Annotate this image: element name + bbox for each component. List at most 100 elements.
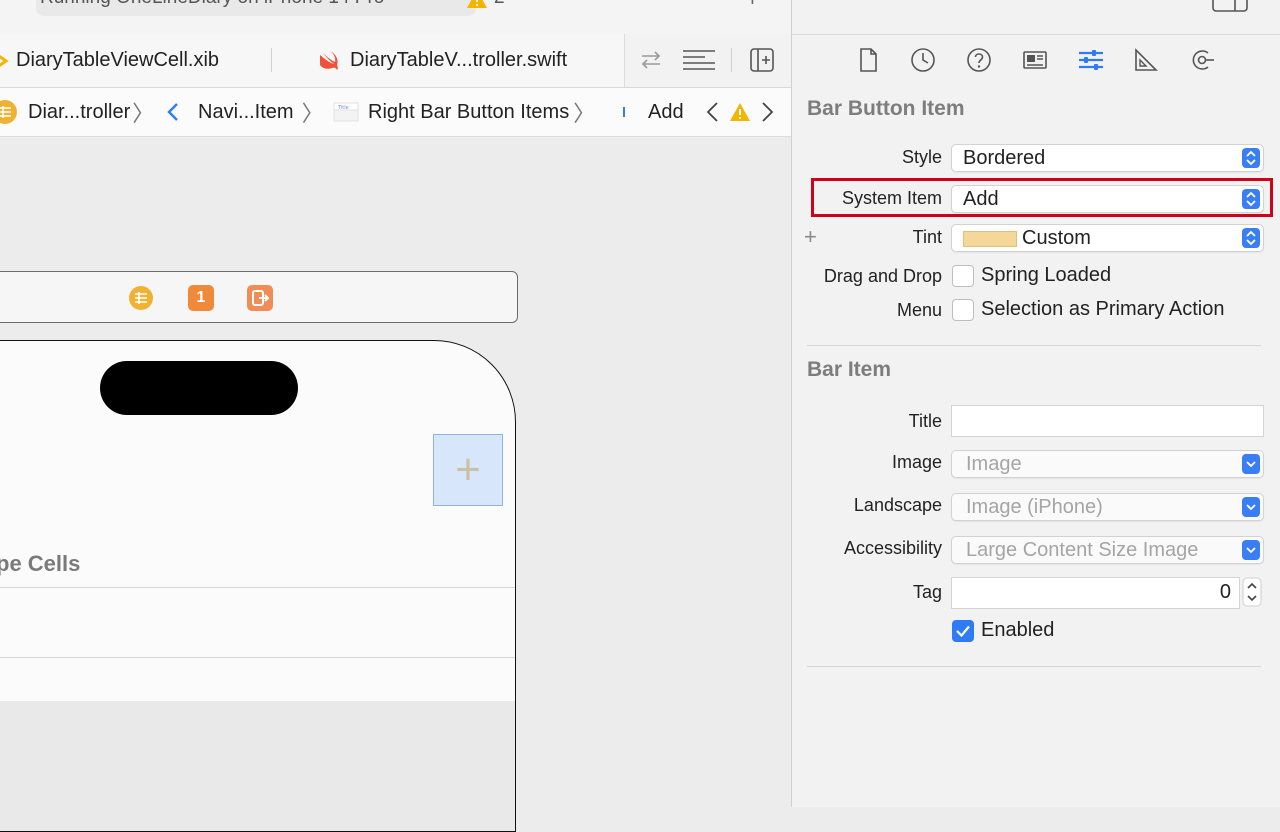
size-inspector-icon[interactable] — [1132, 46, 1160, 74]
iphone-device-frame: + pe Cells — [0, 340, 516, 832]
scene-dock: 1 — [0, 271, 518, 323]
next-issue-chevron-icon[interactable] — [758, 101, 776, 123]
popup-stepper-icon — [1242, 228, 1260, 248]
table-row[interactable] — [0, 588, 515, 656]
chevron-right-icon: 〉 — [301, 101, 324, 126]
tab-label: DiaryTableViewCell.xib — [16, 49, 220, 71]
accessibility-combo[interactable]: Large Content Size Image — [951, 536, 1264, 564]
table-row[interactable] — [0, 658, 515, 700]
drag-and-drop-label: Drag and Drop — [823, 266, 942, 286]
tint-swatch — [963, 231, 1017, 247]
jump-bar: Diar...troller 〉 Navi...Item 〉 Title Rig… — [0, 88, 791, 137]
dynamic-island — [100, 361, 298, 415]
identity-inspector-icon[interactable] — [1021, 46, 1049, 74]
prototype-cells-header: pe Cells — [0, 551, 81, 576]
image-label: Image — [891, 452, 942, 472]
warning-icon[interactable] — [729, 102, 751, 122]
file-inspector-icon[interactable] — [854, 46, 882, 74]
system-item-highlight-box — [811, 178, 1273, 217]
popup-stepper-icon — [1242, 148, 1260, 168]
add-bar-button-item[interactable]: + — [433, 434, 503, 506]
navigation-item-icon — [167, 103, 178, 121]
enabled-label: Enabled — [981, 619, 1055, 641]
selection-as-primary-action-label: Selection as Primary Action — [981, 298, 1225, 320]
bar-button-item-icon — [623, 107, 625, 117]
title-label: Title — [908, 411, 942, 431]
related-items-icon[interactable] — [639, 48, 663, 72]
activity-bar: Running OneLineDiary on iPhone 14 Pro 2 … — [0, 0, 791, 35]
spring-loaded-checkbox[interactable] — [952, 265, 974, 287]
selection-as-primary-action-checkbox[interactable] — [952, 299, 974, 321]
jump-bar-crumb-add[interactable]: Add — [621, 88, 684, 136]
tag-field[interactable]: 0 — [951, 577, 1240, 609]
tab-label: DiaryTableV...troller.swift — [350, 49, 568, 71]
tag-label: Tag — [912, 582, 942, 602]
library-add-button[interactable]: + — [746, 0, 759, 12]
history-inspector-icon[interactable] — [909, 46, 937, 74]
bar-button-item-section-title: Bar Button Item — [807, 97, 965, 120]
landscape-combo[interactable]: Image (iPhone) — [951, 493, 1264, 521]
editor-tools — [624, 34, 792, 87]
crumb-label: Add — [648, 100, 684, 123]
spring-loaded-label: Spring Loaded — [981, 264, 1112, 286]
chevron-down-icon — [1242, 497, 1260, 517]
chevron-down-icon — [1242, 454, 1260, 474]
view-controller-icon[interactable] — [128, 285, 154, 311]
style-popup[interactable]: Bordered — [951, 144, 1264, 172]
crumb-label: Right Bar Button Items — [368, 100, 570, 123]
interface-builder-canvas[interactable]: 1 + pe Cells — [0, 137, 791, 832]
bar-button-items-icon: Title — [333, 102, 359, 122]
accessibility-placeholder: Large Content Size Image — [966, 539, 1199, 561]
view-controller-icon — [0, 100, 17, 124]
swift-file-icon — [320, 50, 338, 70]
previous-issue-chevron-icon[interactable] — [704, 101, 722, 123]
tint-value: Custom — [1022, 227, 1091, 249]
jump-bar-crumb-right-bar-button-items[interactable]: Title Right Bar Button Items 〉 — [333, 88, 595, 136]
table-background — [0, 701, 515, 831]
menu-label: Menu — [896, 300, 942, 320]
tag-value: 0 — [1219, 581, 1231, 603]
svg-text:Title: Title — [337, 105, 349, 111]
chevron-right-icon: 〉 — [573, 101, 596, 126]
accessibility-label: Accessibility — [843, 538, 942, 558]
enabled-checkbox[interactable] — [952, 620, 974, 642]
jump-bar-crumb-navigation-item[interactable]: Navi...Item 〉 — [166, 88, 324, 136]
chevron-down-icon — [1242, 540, 1260, 560]
title-field[interactable] — [951, 405, 1264, 437]
tag-stepper[interactable] — [1242, 577, 1262, 607]
bar-item-section-title: Bar Item — [807, 358, 892, 381]
crumb-label: Diar...troller — [28, 100, 131, 123]
exit-icon[interactable] — [247, 285, 273, 311]
warning-icon[interactable] — [466, 0, 488, 9]
toggle-inspector-icon[interactable] — [1212, 0, 1248, 14]
image-combo[interactable]: Image — [951, 450, 1264, 478]
checkmark-icon — [956, 625, 970, 638]
warning-count: 2 — [494, 0, 505, 9]
inspector-top-bar — [792, 0, 1280, 35]
jump-bar-crumb-view-controller[interactable]: Diar...troller 〉 — [0, 88, 154, 136]
attributes-inspector: Bar Button Item Style Bordered System It… — [791, 0, 1280, 807]
quick-help-icon[interactable] — [965, 46, 993, 74]
tint-label: Tint — [912, 227, 942, 247]
landscape-label: Landscape — [853, 495, 942, 515]
tab-diary-table-view-controller-swift[interactable]: DiaryTableV...troller.swift — [318, 34, 618, 87]
xib-file-icon — [0, 54, 9, 67]
attributes-inspector-icon[interactable] — [1077, 46, 1105, 74]
tab-separator — [271, 48, 272, 72]
tab-diary-table-view-cell-xib[interactable]: DiaryTableViewCell.xib — [0, 34, 272, 87]
tint-popup[interactable]: Custom — [951, 224, 1264, 252]
style-value: Bordered — [963, 147, 1046, 169]
tools-separator — [731, 48, 732, 72]
image-placeholder: Image — [966, 453, 1022, 475]
section-divider — [807, 666, 1261, 667]
first-responder-icon[interactable]: 1 — [188, 285, 214, 311]
editor-options-icon[interactable] — [681, 48, 717, 72]
add-editor-icon[interactable] — [749, 47, 775, 73]
activity-status: Running OneLineDiary on iPhone 14 Pro — [40, 0, 384, 9]
connections-inspector-icon[interactable] — [1188, 46, 1216, 74]
inspector-tab-bar — [792, 34, 1280, 87]
chevron-right-icon: 〉 — [132, 101, 155, 126]
landscape-placeholder: Image (iPhone) — [966, 496, 1103, 518]
crumb-label: Navi...Item — [198, 100, 294, 123]
plus-icon: + — [455, 445, 481, 494]
